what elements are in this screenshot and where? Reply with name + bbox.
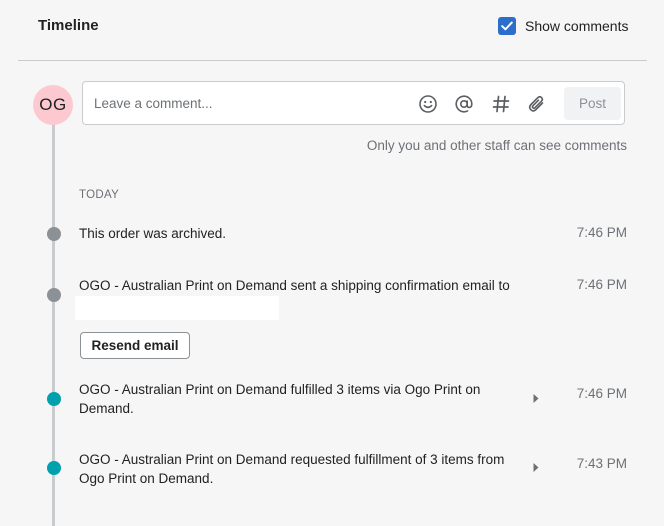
- attachment-icon[interactable]: [526, 93, 548, 115]
- staff-visibility-note: Only you and other staff can see comment…: [366, 138, 627, 153]
- timeline-title: Timeline: [38, 17, 99, 34]
- mention-icon[interactable]: [453, 93, 475, 115]
- checkmark-icon: [501, 21, 513, 31]
- header-divider: [18, 60, 647, 61]
- comment-input[interactable]: [94, 93, 394, 113]
- event-time: 7:46 PM: [576, 277, 627, 292]
- event-text-line: Demand.: [79, 401, 134, 416]
- expand-caret-icon[interactable]: [531, 391, 541, 405]
- show-comments-checkbox[interactable]: [498, 17, 516, 35]
- post-button[interactable]: Post: [564, 87, 621, 120]
- comment-composer: Post: [82, 81, 625, 125]
- user-avatar: OG: [33, 85, 73, 125]
- event-dot: [46, 226, 61, 241]
- emoji-icon[interactable]: [417, 93, 439, 115]
- event-text: OGO - Australian Print on Demand request…: [79, 450, 504, 488]
- event-text: OGO - Australian Print on Demand sent a …: [79, 278, 510, 293]
- event-dot: [46, 288, 61, 302]
- event-text: This order was archived.: [79, 226, 227, 241]
- show-comments-toggle[interactable]: Show comments: [498, 17, 628, 35]
- show-comments-label: Show comments: [525, 18, 629, 34]
- date-section-label: TODAY: [79, 189, 120, 201]
- event-text-line: OGO - Australian Print on Demand fulfill…: [79, 382, 481, 397]
- event-time: 7:46 PM: [576, 225, 627, 240]
- event-time: 7:46 PM: [576, 386, 627, 401]
- event-text: OGO - Australian Print on Demand fulfill…: [79, 380, 480, 418]
- event-dot: [46, 461, 61, 475]
- timeline-header: Timeline Show comments: [0, 0, 664, 60]
- event-text-line: OGO - Australian Print on Demand request…: [79, 452, 505, 467]
- redacted-email: [75, 296, 279, 320]
- resend-email-button[interactable]: Resend email: [80, 332, 190, 359]
- event-time: 7:43 PM: [576, 456, 627, 471]
- event-text-line: Ogo Print on Demand.: [79, 471, 214, 486]
- hashtag-icon[interactable]: [490, 93, 512, 115]
- event-dot: [46, 392, 61, 406]
- expand-caret-icon[interactable]: [531, 460, 541, 474]
